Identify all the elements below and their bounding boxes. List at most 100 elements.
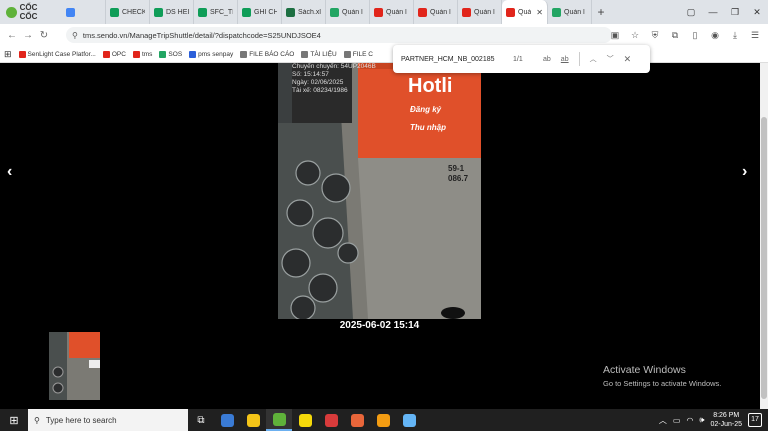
clock-time: 8:26 PM bbox=[713, 412, 740, 419]
whole-word-toggle[interactable]: ab bbox=[561, 56, 569, 63]
tab-bar: CỐC CỐC CHECK DS HEI SFC_TI GHI CH Sách.xl Qu… bbox=[0, 0, 768, 24]
bookmarks-bar: ⊞ SenLight Case Platfor... OPC tms SOS pms s… bbox=[0, 46, 768, 63]
restore-button[interactable]: ❐ bbox=[724, 7, 746, 18]
taskbar-app-icon[interactable] bbox=[266, 409, 292, 431]
extensions-icon[interactable]: ⧉ bbox=[668, 27, 682, 43]
scrollbar-thumb[interactable] bbox=[761, 117, 767, 399]
page-scrollbar[interactable] bbox=[760, 63, 768, 409]
browser-tab[interactable]: Quản l bbox=[548, 0, 592, 24]
find-prev-icon[interactable]: ︿ bbox=[590, 54, 597, 64]
find-input[interactable]: PARTNER_HCM_NB_002185 bbox=[401, 56, 505, 63]
taskbar-app-icon[interactable] bbox=[396, 409, 422, 431]
tab-favicon-icon bbox=[198, 7, 207, 17]
address-bar[interactable]: ⚲ tms.sendo.vn/ManageTripShuttle/detail/… bbox=[66, 27, 612, 43]
notification-icon[interactable]: 17 bbox=[748, 413, 762, 427]
browser-tab[interactable]: Sách.xl bbox=[282, 0, 326, 24]
task-view-icon[interactable]: ⧉ bbox=[188, 409, 214, 431]
license-plate: 59-1 086.7 bbox=[448, 164, 469, 183]
tab-label: Quản l bbox=[474, 8, 495, 16]
browser-tab[interactable]: Quản l bbox=[458, 0, 502, 24]
next-image-button[interactable]: › bbox=[742, 163, 747, 181]
browser-tab[interactable]: Quản l bbox=[414, 0, 458, 24]
browser-tab[interactable]: Quản l bbox=[326, 0, 370, 24]
bookmark-item[interactable]: FILE C bbox=[343, 50, 373, 58]
bookmark-label: SenLight Case Platfor... bbox=[27, 50, 96, 58]
tab-label: Quản l bbox=[342, 8, 363, 16]
url-text[interactable]: tms.sendo.vn/ManageTripShuttle/detail/?d… bbox=[83, 31, 321, 40]
bookmark-label: tms bbox=[141, 50, 153, 58]
site-info-icon[interactable]: ⚲ bbox=[72, 31, 78, 40]
app-glyph bbox=[298, 413, 312, 427]
photo-thumbnail[interactable] bbox=[49, 332, 100, 400]
back-button[interactable]: ← bbox=[4, 30, 20, 41]
tray-chevron-icon[interactable]: ︿ bbox=[659, 415, 667, 426]
delivery-photo[interactable]: Chuyến chuyến: 54UP2046B Số: 15:14:57 Ngày… bbox=[278, 63, 481, 319]
find-icon[interactable]: ▣ bbox=[608, 27, 622, 43]
volume-icon[interactable]: 🕪 bbox=[699, 415, 704, 425]
app-glyph bbox=[246, 413, 260, 427]
browser-tab[interactable]: GHI CH bbox=[238, 0, 282, 24]
photo-caption: 2025-06-02 15:14 bbox=[339, 320, 420, 331]
pinned-apps bbox=[214, 409, 422, 431]
overlay-line: Chuyến chuyến: 54UP2046B bbox=[292, 63, 376, 70]
browser-tab[interactable]: DS HEI bbox=[150, 0, 194, 24]
tab-favicon-icon bbox=[66, 7, 75, 17]
overlay-line: Ngày: 02/06/2025 bbox=[292, 79, 344, 86]
forward-button[interactable]: → bbox=[20, 30, 36, 41]
menu-icon[interactable]: ☰ bbox=[748, 27, 762, 43]
sidebar-icon[interactable]: ▯ bbox=[688, 27, 702, 43]
taskbar-app-icon[interactable] bbox=[240, 409, 266, 431]
bookmark-item[interactable]: TÀI LIỆU bbox=[301, 50, 337, 58]
new-tab-button[interactable]: + bbox=[592, 5, 610, 19]
close-window-button[interactable]: ✕ bbox=[746, 7, 768, 18]
browser-tab[interactable]: CHECK bbox=[106, 0, 150, 24]
bookmark-label: pms senpay bbox=[198, 50, 234, 58]
taskbar-clock[interactable]: 8:26 PM 02-Jun-25 bbox=[710, 411, 742, 429]
taskbar-search-placeholder: Type here to search bbox=[45, 415, 117, 425]
tab-favicon-icon bbox=[286, 7, 295, 17]
browser-tab[interactable]: Quản l bbox=[370, 0, 414, 24]
profile-icon[interactable]: ◉ bbox=[708, 27, 722, 43]
prev-image-button[interactable]: ‹ bbox=[7, 163, 12, 181]
browser-tab[interactable] bbox=[62, 0, 106, 24]
taskbar-app-icon[interactable] bbox=[318, 409, 344, 431]
find-close-icon[interactable]: ✕ bbox=[624, 54, 632, 65]
taskbar-app-icon[interactable] bbox=[292, 409, 318, 431]
overlay-line: Tài xế: 08234/1986 bbox=[292, 87, 348, 94]
taskbar-app-icon[interactable] bbox=[214, 409, 240, 431]
tab-search-icon[interactable]: ▢ bbox=[680, 7, 702, 18]
coccoc-logo[interactable]: CỐC CỐC bbox=[0, 0, 62, 24]
taskbar-app-icon[interactable] bbox=[370, 409, 396, 431]
browser-tab[interactable]: Quả ✕ bbox=[502, 0, 548, 24]
browser-tab[interactable]: SFC_TI bbox=[194, 0, 238, 24]
system-tray: ︿ ▭ ◠ 🕪 8:26 PM 02-Jun-25 17 bbox=[659, 409, 762, 431]
taskbar-search[interactable]: ⚲ Type here to search bbox=[28, 409, 188, 431]
wifi-icon[interactable]: ◠ bbox=[686, 416, 693, 425]
close-tab-icon[interactable]: ✕ bbox=[536, 8, 543, 17]
tab-label: Quản l bbox=[564, 8, 585, 16]
bookmark-item[interactable]: SOS bbox=[159, 50, 182, 58]
match-case-toggle[interactable]: ab bbox=[543, 56, 551, 63]
apps-icon[interactable]: ⊞ bbox=[4, 49, 12, 60]
image-viewer: Chuyến chuyến: 54UP2046B Số: 15:14:57 Ngày… bbox=[0, 63, 768, 409]
minimize-button[interactable]: — bbox=[702, 7, 724, 17]
reload-button[interactable]: ↻ bbox=[36, 30, 52, 41]
bookmark-item[interactable]: pms senpay bbox=[189, 50, 234, 58]
app-glyph bbox=[220, 413, 234, 427]
bookmark-icon bbox=[132, 50, 140, 58]
overlay-line: Số: 15:14:57 bbox=[292, 71, 329, 78]
bookmark-star-icon[interactable]: ☆ bbox=[628, 27, 642, 43]
bookmark-item[interactable]: FILE BÁO CÁO bbox=[240, 50, 294, 58]
bookmark-icon bbox=[301, 50, 309, 58]
bookmark-item[interactable]: OPC bbox=[102, 50, 126, 58]
bookmark-item[interactable]: tms bbox=[132, 50, 153, 58]
download-icon[interactable]: ⤓ bbox=[728, 27, 742, 43]
battery-icon[interactable]: ▭ bbox=[673, 416, 681, 425]
taskbar-app-icon[interactable] bbox=[344, 409, 370, 431]
tab-favicon-icon bbox=[462, 7, 471, 17]
find-next-icon[interactable]: ﹀ bbox=[607, 54, 614, 64]
bookmark-item[interactable]: SenLight Case Platfor... bbox=[18, 50, 96, 58]
shield-icon[interactable]: ⛨ bbox=[648, 27, 662, 43]
windows-start-icon[interactable]: ⊞ bbox=[0, 414, 28, 427]
find-divider bbox=[578, 52, 580, 66]
